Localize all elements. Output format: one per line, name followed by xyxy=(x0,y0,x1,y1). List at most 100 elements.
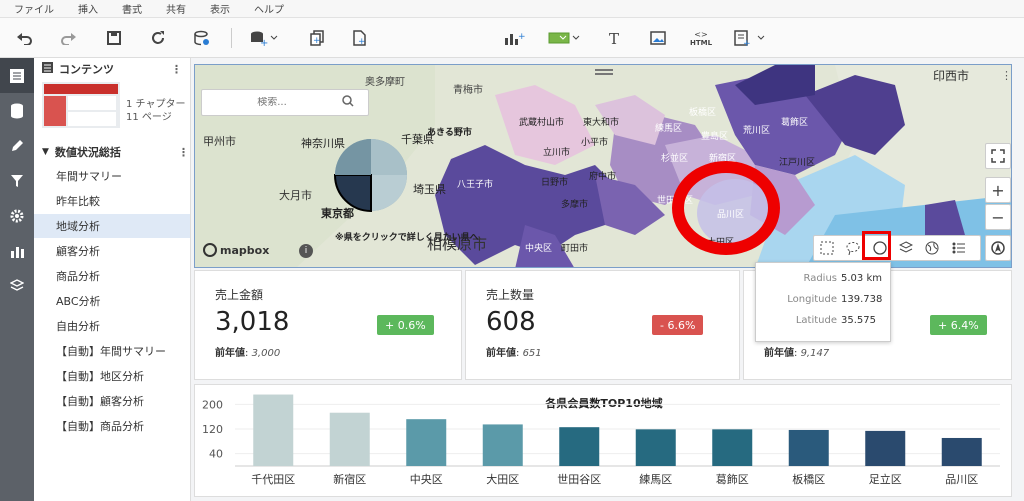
bar[interactable] xyxy=(329,412,370,466)
bar[interactable] xyxy=(788,429,829,466)
fit-bounds-icon[interactable] xyxy=(985,143,1011,169)
filter-widget-icon[interactable] xyxy=(547,26,583,50)
duplicate-page-icon[interactable]: + xyxy=(306,26,330,50)
legend-list-icon[interactable] xyxy=(952,241,966,255)
sidebar-item[interactable]: 【自動】商品分析 xyxy=(34,414,190,438)
save-icon[interactable] xyxy=(102,26,126,50)
pen-icon[interactable] xyxy=(0,128,34,163)
sidebar-item[interactable]: ABC分析 xyxy=(34,289,190,313)
bar[interactable] xyxy=(635,429,676,466)
map-drag-handle[interactable] xyxy=(595,69,613,75)
bar[interactable] xyxy=(941,437,982,466)
radius-popup: Radius 5.03 km Longitude 139.738 Latitude 3… xyxy=(755,262,891,342)
filter-icon[interactable] xyxy=(0,163,34,198)
html-icon[interactable]: <> HTML xyxy=(688,26,714,50)
bar[interactable] xyxy=(253,394,294,466)
chart-icon[interactable]: + xyxy=(500,26,528,50)
refresh-icon[interactable] xyxy=(146,26,170,50)
y-tick-label: 120 xyxy=(202,423,223,436)
settings-icon[interactable] xyxy=(0,198,34,233)
map-label: 八王子市 xyxy=(457,180,494,190)
sidebar-item[interactable]: 昨年比較 xyxy=(34,189,190,213)
layers-icon[interactable] xyxy=(0,268,34,303)
x-tick-label: 中央区 xyxy=(410,473,443,486)
map-search-input[interactable] xyxy=(202,97,342,108)
map-label: 荒川区 xyxy=(743,126,771,136)
selection-tools xyxy=(813,235,981,261)
kpi-card-sales-amount[interactable]: 売上金額 3,018 前年値: 3,000 + 0.6% xyxy=(194,270,462,380)
y-tick-label: 40 xyxy=(209,448,223,461)
section-header[interactable]: ▼ 数値状況総括 ⋮ xyxy=(42,144,189,160)
svg-text:+: + xyxy=(313,36,321,46)
add-data-icon[interactable]: + xyxy=(247,26,283,50)
svg-text:+: + xyxy=(358,37,366,46)
x-tick-label: 千代田区 xyxy=(251,473,295,486)
bar[interactable] xyxy=(406,419,447,466)
template-icon[interactable]: + xyxy=(733,26,769,50)
map-label: 埼玉県 xyxy=(413,183,446,196)
search-icon[interactable] xyxy=(342,95,354,110)
sidebar-menu-icon[interactable]: ⋮ xyxy=(171,63,182,76)
menu-view[interactable]: 表示 xyxy=(210,1,230,16)
sidebar-item[interactable]: 【自動】年間サマリー xyxy=(34,339,190,363)
data-icon[interactable] xyxy=(190,26,214,50)
map-label: 青梅市 xyxy=(453,85,483,96)
globe-icon[interactable] xyxy=(925,241,939,255)
sidebar-item[interactable]: 商品分析 xyxy=(34,264,190,288)
kpi-prev: 前年値: 651 xyxy=(486,348,542,359)
sidebar-title: コンテンツ xyxy=(59,63,114,76)
add-page-icon[interactable]: + xyxy=(348,26,372,50)
map-label: 東大和市 xyxy=(583,118,620,128)
undo-icon[interactable] xyxy=(12,26,36,50)
bar-chart-widget[interactable]: 各県会員数TOP10地域 40 120 200 千代田区 新宿区 中央区 大田区 世田谷区 練馬… xyxy=(194,384,1012,497)
svg-text:+: + xyxy=(518,32,525,42)
menu-format[interactable]: 書式 xyxy=(122,1,142,16)
sidebar-item[interactable]: 年間サマリー xyxy=(34,164,190,188)
compass-icon[interactable] xyxy=(985,235,1011,261)
analytics-icon[interactable] xyxy=(0,233,34,268)
map-label: 武蔵村山市 xyxy=(519,118,565,128)
sidebar-item[interactable]: 顧客分析 xyxy=(34,239,190,263)
text-icon[interactable]: T xyxy=(603,26,627,50)
menu-bar: ファイル 挿入 書式 共有 表示 ヘルプ xyxy=(0,0,1024,18)
map-label: 板橋区 xyxy=(689,108,717,118)
redo-icon[interactable] xyxy=(57,26,81,50)
sidebar-item-active[interactable]: 地域分析 xyxy=(34,214,190,238)
contents-icon[interactable] xyxy=(0,58,34,93)
x-tick-label: 葛飾区 xyxy=(716,473,749,486)
sidebar-item[interactable]: 【自動】顧客分析 xyxy=(34,389,190,413)
menu-share[interactable]: 共有 xyxy=(166,1,186,16)
lasso-select-icon[interactable] xyxy=(846,241,860,256)
menu-file[interactable]: ファイル xyxy=(14,1,54,16)
kpi-card-sales-quantity[interactable]: 売上数量 608 前年値: 651 - 6.6% xyxy=(465,270,740,380)
x-tick-label: 足立区 xyxy=(869,472,902,486)
menu-insert[interactable]: 挿入 xyxy=(78,1,98,16)
bar[interactable] xyxy=(712,429,753,466)
x-tick-label: 練馬区 xyxy=(639,472,672,486)
report-thumbnail[interactable] xyxy=(42,82,120,128)
zoom-in-icon[interactable]: + xyxy=(985,177,1011,203)
report-info: 1 チャプター 11 ページ xyxy=(126,98,185,124)
rectangle-select-icon[interactable] xyxy=(820,241,834,255)
zoom-out-icon[interactable]: − xyxy=(985,204,1011,230)
bar[interactable] xyxy=(559,427,600,466)
info-icon[interactable]: i xyxy=(299,244,313,258)
map-label: 印西市 xyxy=(933,69,970,83)
sidebar-item[interactable]: 自由分析 xyxy=(34,314,190,338)
layers-toggle-icon[interactable] xyxy=(898,241,914,255)
image-icon[interactable] xyxy=(646,26,670,50)
bar[interactable] xyxy=(482,424,523,466)
bar[interactable] xyxy=(865,430,906,466)
sidebar-item[interactable]: 【自動】地区分析 xyxy=(34,364,190,388)
map-label: 練馬区 xyxy=(655,124,683,134)
map-menu-icon[interactable]: ⋮ xyxy=(1001,69,1011,82)
menu-help[interactable]: ヘルプ xyxy=(254,1,284,16)
map-label: あきる野市 xyxy=(427,128,472,138)
caret-down-icon: ▼ xyxy=(42,147,49,157)
x-tick-label: 新宿区 xyxy=(333,472,366,486)
page-count: 11 ページ xyxy=(126,112,172,123)
map-search[interactable] xyxy=(201,89,369,116)
x-tick-label: 品川区 xyxy=(945,473,978,486)
section-menu-icon[interactable]: ⋮ xyxy=(178,146,189,159)
database-icon[interactable] xyxy=(0,93,34,128)
